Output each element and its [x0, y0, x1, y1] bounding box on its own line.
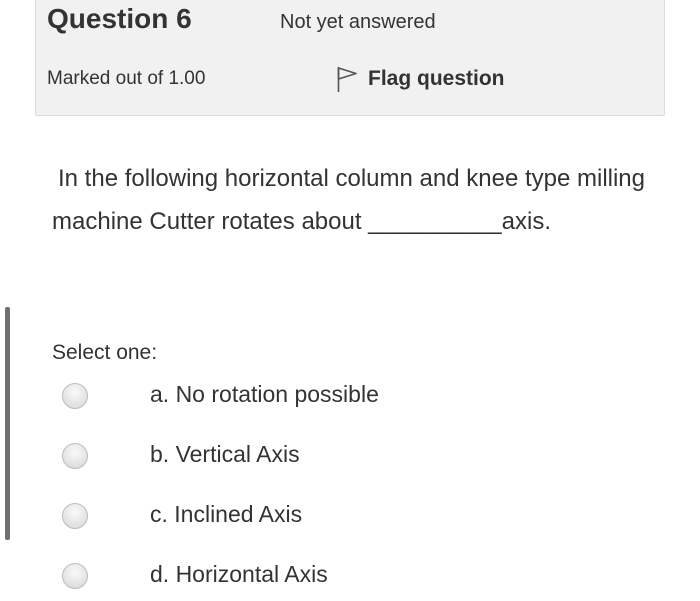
radio-button-c[interactable]: [62, 503, 88, 529]
flag-question-button[interactable]: Flag question: [336, 65, 505, 93]
question-info-panel: Question 6 Not yet answered Marked out o…: [35, 0, 665, 116]
answer-option-label: a. No rotation possible: [150, 381, 379, 407]
flag-question-label: Flag question: [368, 67, 505, 90]
answer-block-indicator: [5, 307, 10, 540]
answer-option-c[interactable]: c. Inclined Axis: [62, 501, 662, 537]
flag-icon: [336, 65, 358, 93]
answer-option-a[interactable]: a. No rotation possible: [62, 381, 662, 417]
question-text: In the following horizontal column and k…: [52, 165, 646, 235]
radio-button-b[interactable]: [62, 443, 88, 469]
select-one-prompt: Select one:: [52, 341, 158, 364]
answer-option-label: d. Horizontal Axis: [150, 561, 328, 587]
question-number-title: Question 6: [47, 3, 192, 34]
answer-option-label: b. Vertical Axis: [150, 441, 300, 467]
answer-option-label: c. Inclined Axis: [150, 501, 303, 527]
question-state: Not yet answered: [280, 11, 436, 33]
answer-option-b[interactable]: b. Vertical Axis: [62, 441, 662, 477]
answer-option-d[interactable]: d. Horizontal Axis: [62, 561, 662, 597]
radio-button-a[interactable]: [62, 383, 88, 409]
question-grade: Marked out of 1.00: [47, 68, 206, 89]
radio-button-d[interactable]: [62, 563, 88, 589]
